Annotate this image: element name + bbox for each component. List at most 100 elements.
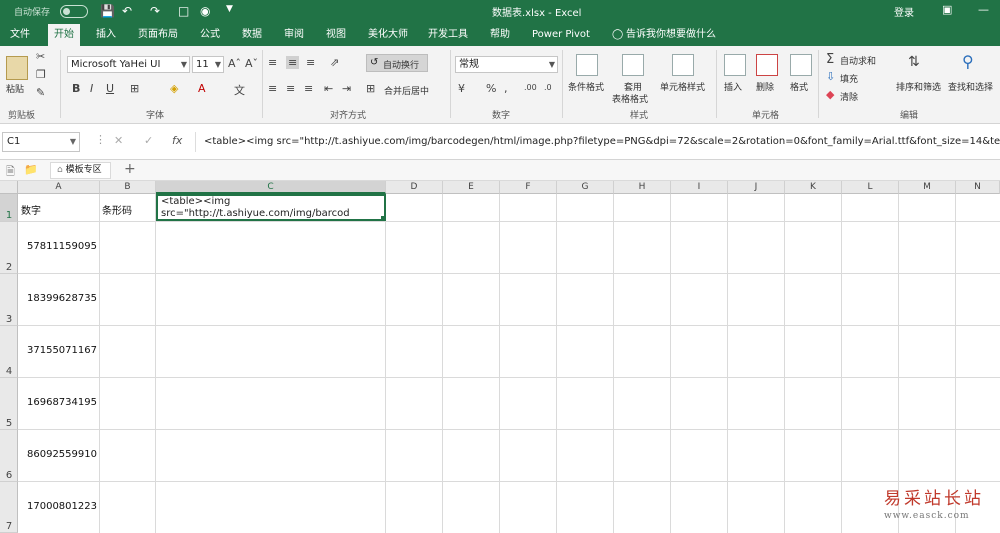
font-color-icon[interactable]: A — [198, 82, 206, 95]
cell-a7[interactable]: 17000801223 — [27, 501, 97, 512]
format-as-table-line2[interactable]: 表格格式 — [612, 92, 648, 105]
tab-file[interactable]: 文件 — [4, 24, 36, 46]
add-tab-button[interactable]: + — [124, 161, 136, 177]
conditional-format-button[interactable]: 条件格式 — [568, 80, 604, 93]
eraser-icon[interactable]: ◆ — [826, 88, 834, 101]
column-header-m[interactable]: M — [899, 181, 956, 194]
conditional-format-icon[interactable] — [576, 54, 598, 76]
align-top-icon[interactable]: ≡ — [268, 56, 277, 69]
select-all-corner[interactable] — [0, 181, 18, 194]
minimize-icon[interactable]: — — [978, 3, 989, 16]
spreadsheet-grid[interactable]: A B C D E F G H I J K L M N 1 2 3 4 5 6 … — [0, 181, 1000, 533]
tab-view[interactable]: 视图 — [320, 24, 352, 46]
cell-a6[interactable]: 86092559910 — [27, 449, 97, 460]
enter-icon[interactable]: ✓ — [144, 134, 153, 147]
column-header-b[interactable]: B — [100, 181, 156, 194]
more-options-icon[interactable]: ⋮ — [95, 133, 106, 146]
row-header-3[interactable]: 3 — [0, 274, 18, 326]
underline-button[interactable]: U — [106, 82, 114, 95]
column-header-a[interactable]: A — [18, 181, 100, 194]
increase-indent-icon[interactable]: ⇥ — [342, 82, 351, 95]
increase-font-icon[interactable]: Aˆ — [228, 57, 241, 70]
tab-formulas[interactable]: 公式 — [194, 24, 226, 46]
align-middle-icon[interactable]: ≡ — [286, 56, 300, 69]
format-cells-icon[interactable] — [790, 54, 812, 76]
align-left-icon[interactable]: ≡ — [268, 82, 277, 95]
clear-button[interactable]: 清除 — [840, 90, 858, 103]
row-header-7[interactable]: 7 — [0, 482, 18, 533]
tab-power-pivot[interactable]: Power Pivot — [526, 24, 596, 46]
column-header-g[interactable]: G — [557, 181, 614, 194]
cell-a2[interactable]: 57811159095 — [27, 241, 97, 252]
insert-cells-button[interactable]: 插入 — [724, 80, 742, 93]
undo-icon[interactable]: ↶ — [122, 4, 132, 18]
autosum-icon[interactable]: Σ — [826, 52, 834, 67]
format-as-table-icon[interactable] — [622, 54, 644, 76]
row-header-2[interactable]: 2 — [0, 222, 18, 274]
column-header-k[interactable]: K — [785, 181, 842, 194]
percent-icon[interactable]: % — [486, 82, 496, 95]
column-header-j[interactable]: J — [728, 181, 785, 194]
font-name-select[interactable]: Microsoft YaHei UI ▼ — [67, 56, 190, 73]
decrease-font-icon[interactable]: Aˇ — [245, 57, 258, 70]
cut-icon[interactable]: ✂ — [36, 50, 45, 63]
paste-icon[interactable] — [6, 56, 28, 80]
merge-center-button[interactable]: 合并后居中 — [384, 84, 429, 97]
ribbon-display-icon[interactable]: ▣ — [942, 3, 952, 16]
row-header-6[interactable]: 6 — [0, 430, 18, 482]
cell-a3[interactable]: 18399628735 — [27, 293, 97, 304]
align-right-icon[interactable]: ≡ — [304, 82, 313, 95]
tab-beautify[interactable]: 美化大师 — [362, 24, 414, 46]
template-tab[interactable]: ⌂ 模板专区 — [50, 162, 111, 179]
number-format-select[interactable]: 常规 ▼ — [455, 56, 558, 73]
cell-c1-active[interactable]: <table><img src="http://t.ashiyue.com/img… — [156, 194, 386, 221]
save-icon[interactable]: 💾 — [100, 4, 115, 18]
sort-filter-button[interactable]: 排序和筛选 — [896, 80, 941, 93]
bold-button[interactable]: B — [72, 82, 80, 95]
insert-function-icon[interactable]: fx — [172, 134, 182, 147]
font-size-select[interactable]: 11 ▼ — [192, 56, 224, 73]
cell-styles-button[interactable]: 单元格样式 — [660, 80, 705, 93]
row-header-4[interactable]: 4 — [0, 326, 18, 378]
align-center-icon[interactable]: ≡ — [286, 82, 295, 95]
format-cells-button[interactable]: 格式 — [790, 80, 808, 93]
wrap-text-button[interactable]: ↺ 自动换行 — [366, 54, 428, 72]
tell-me-search[interactable]: 告诉我你想要做什么 — [620, 24, 722, 46]
comma-style-icon[interactable]: , — [504, 82, 508, 95]
camera-icon[interactable]: ◉ — [200, 4, 210, 18]
formula-input[interactable]: <table><img src="http://t.ashiyue.com/im… — [195, 132, 1000, 152]
format-painter-icon[interactable]: ✎ — [36, 86, 45, 99]
tab-data[interactable]: 数据 — [236, 24, 268, 46]
copy-icon[interactable]: ❐ — [36, 68, 46, 81]
sort-filter-icon[interactable]: ⇅ — [908, 54, 920, 70]
tab-developer[interactable]: 开发工具 — [422, 24, 474, 46]
tab-page-layout[interactable]: 页面布局 — [132, 24, 184, 46]
cell-styles-icon[interactable] — [672, 54, 694, 76]
orientation-icon[interactable]: ⇗ — [330, 56, 339, 69]
autosave-toggle[interactable] — [60, 5, 88, 18]
tab-home[interactable]: 开始 — [48, 24, 80, 46]
border-icon[interactable]: ⊞ — [130, 82, 139, 95]
row-header-5[interactable]: 5 — [0, 378, 18, 430]
login-link[interactable]: 登录 — [894, 4, 914, 19]
paste-button[interactable]: 粘贴 — [6, 82, 24, 95]
column-header-l[interactable]: L — [842, 181, 899, 194]
customize-qat-icon[interactable]: ▼ — [226, 4, 233, 14]
column-header-n[interactable]: N — [956, 181, 1000, 194]
decrease-indent-icon[interactable]: ⇤ — [324, 82, 333, 95]
align-bottom-icon[interactable]: ≡ — [306, 56, 315, 69]
cell-b1[interactable]: 条形码 — [102, 202, 132, 217]
column-header-h[interactable]: H — [614, 181, 671, 194]
increase-decimal-icon[interactable]: .00 — [524, 83, 537, 92]
column-header-d[interactable]: D — [386, 181, 443, 194]
column-header-c[interactable]: C — [156, 181, 386, 194]
column-header-f[interactable]: F — [500, 181, 557, 194]
fill-button[interactable]: 填充 — [840, 72, 858, 85]
phonetic-icon[interactable]: 文 — [234, 82, 245, 98]
tab-insert[interactable]: 插入 — [90, 24, 122, 46]
cell-a1[interactable]: 数字 — [21, 202, 41, 217]
cell-a4[interactable]: 37155071167 — [27, 345, 97, 356]
new-doc-icon[interactable]: 🗎 — [6, 163, 15, 182]
insert-cells-icon[interactable] — [724, 54, 746, 76]
find-select-button[interactable]: 查找和选择 — [948, 80, 993, 93]
